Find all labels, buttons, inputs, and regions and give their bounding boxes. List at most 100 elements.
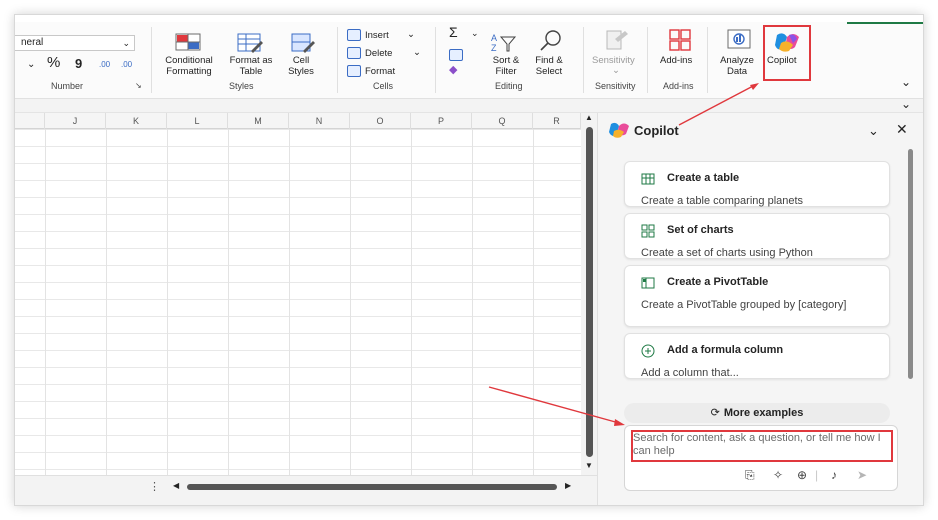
number-format-dropdown[interactable]: neral ⌄ <box>15 35 135 51</box>
card-title: Create a PivotTable <box>667 276 769 288</box>
column-header[interactable]: R <box>533 113 581 129</box>
addins-button[interactable]: Add-ins <box>660 55 692 66</box>
insert-button[interactable]: Insert <box>365 30 389 41</box>
sort-filter-button[interactable]: Sort & Filter <box>485 55 527 77</box>
comma-style-button[interactable]: 9 <box>75 57 82 70</box>
horizontal-scroll-thumb[interactable] <box>187 484 557 490</box>
autosum-icon[interactable]: Σ <box>449 25 458 39</box>
column-header[interactable]: N <box>289 113 350 129</box>
pane-scrollbar[interactable] <box>908 149 913 379</box>
scroll-up-icon[interactable]: ▲ <box>585 113 593 122</box>
chevron-down-icon[interactable]: ⌄ <box>407 29 415 40</box>
card-description: Add a column that... <box>641 367 739 379</box>
decrease-decimal-button[interactable]: .00 <box>121 59 132 70</box>
column-header[interactable]: O <box>350 113 411 129</box>
chat-input[interactable]: Search for content, ask a question, or t… <box>633 432 891 458</box>
formula-bar-strip: ⌄ <box>15 97 923 113</box>
column-headers: J K L M N O P Q R <box>15 113 581 129</box>
group-label-styles: Styles <box>229 81 254 91</box>
chevron-down-icon[interactable]: ⌄ <box>471 28 479 39</box>
scroll-right-icon[interactable]: ▶ <box>565 481 571 490</box>
vertical-scrollbar[interactable]: ▲ ▼ <box>581 113 597 475</box>
search-icon <box>539 29 563 58</box>
chevron-down-icon[interactable]: ⌄ <box>612 65 620 76</box>
analyze-data-button[interactable]: Analyze Data <box>715 55 759 77</box>
refresh-icon: ⟳ <box>710 407 720 419</box>
ribbon-collapse-chevron-icon[interactable]: ⌄ <box>901 76 911 88</box>
format-button[interactable]: Format <box>365 66 395 77</box>
sensitivity-icon <box>605 29 629 56</box>
clear-icon[interactable]: ◆ <box>449 65 457 76</box>
increase-decimal-button[interactable]: .00 <box>99 59 110 70</box>
card-description: Create a set of charts using Python <box>641 247 813 259</box>
fill-icon[interactable] <box>449 49 463 61</box>
excel-window: neral ⌄ ⌄ % 9 .00 .00 Number ↘ Condition… <box>14 14 924 506</box>
more-options-icon[interactable]: ⋮ <box>149 480 160 493</box>
group-label-editing: Editing <box>495 81 523 91</box>
group-label-number: Number <box>51 81 84 91</box>
sort-filter-icon: AZ <box>491 31 517 58</box>
more-examples-button[interactable]: ⟳ More examples <box>624 403 890 423</box>
vertical-scroll-thumb[interactable] <box>586 127 593 457</box>
expand-formula-bar-icon[interactable]: ⌄ <box>901 97 911 111</box>
format-cells-icon <box>347 65 361 77</box>
format-as-table-button[interactable]: Format as Table <box>225 55 277 77</box>
column-header[interactable]: P <box>411 113 472 129</box>
ribbon: neral ⌄ ⌄ % 9 .00 .00 Number ↘ Condition… <box>15 15 923 99</box>
horizontal-scrollbar[interactable]: ⋮ ◀ ▶ <box>15 475 597 505</box>
insert-icon <box>347 29 361 41</box>
card-title: Set of charts <box>667 224 734 236</box>
svg-text:Z: Z <box>491 43 497 53</box>
card-title: Add a formula column <box>667 344 784 356</box>
copilot-icon <box>773 31 801 58</box>
card-description: Create a table comparing planets <box>641 195 804 207</box>
conditional-formatting-button[interactable]: Conditional Formatting <box>159 55 219 77</box>
send-icon[interactable]: ➤ <box>857 468 867 482</box>
column-header[interactable]: L <box>167 113 228 129</box>
cell-grid[interactable] <box>15 129 581 475</box>
tab-underline <box>847 22 923 24</box>
card-description: Create a PivotTable grouped by [category… <box>641 299 847 311</box>
chevron-down-icon: ⌄ <box>122 38 130 48</box>
microphone-icon[interactable]: ♪ <box>831 468 837 482</box>
close-icon[interactable]: ✕ <box>896 121 908 138</box>
chevron-down-icon[interactable]: ⌄ <box>413 47 421 58</box>
copilot-button[interactable]: Copilot <box>767 55 797 66</box>
conditional-formatting-icon <box>175 33 201 56</box>
copilot-pane: Copilot ⌄ ✕ Create a table Create a tabl… <box>597 113 923 505</box>
prompt-guide-icon[interactable]: ✧ <box>773 468 783 482</box>
copilot-icon <box>608 121 630 144</box>
scroll-left-icon[interactable]: ◀ <box>173 481 179 490</box>
column-header[interactable]: J <box>45 113 106 129</box>
currency-chevron-icon[interactable]: ⌄ <box>27 59 35 70</box>
group-label-sensitivity: Sensitivity <box>595 81 636 91</box>
dialog-launcher-icon[interactable]: ↘ <box>135 81 142 90</box>
percent-style-button[interactable]: % <box>47 55 60 70</box>
attach-icon[interactable]: ⎘ <box>745 468 755 483</box>
addins-icon <box>669 29 691 56</box>
suggestion-card-create-pivottable[interactable]: Create a PivotTable Create a PivotTable … <box>624 265 890 327</box>
pivot-table-icon <box>641 276 655 290</box>
table-icon <box>641 172 655 186</box>
suggestion-card-create-table[interactable]: Create a table Create a table comparing … <box>624 161 890 207</box>
suggestion-card-set-of-charts[interactable]: Set of charts Create a set of charts usi… <box>624 213 890 259</box>
find-select-button[interactable]: Find & Select <box>527 55 571 77</box>
column-header[interactable]: K <box>106 113 167 129</box>
cell-styles-button[interactable]: Cell Styles <box>281 55 321 77</box>
svg-text:A: A <box>491 33 497 43</box>
delete-icon <box>347 47 361 59</box>
column-header[interactable]: Q <box>472 113 533 129</box>
chevron-down-icon[interactable]: ⌄ <box>868 123 879 139</box>
column-header[interactable]: M <box>228 113 289 129</box>
suggestion-card-add-formula-column[interactable]: Add a formula column Add a column that..… <box>624 333 890 379</box>
charts-icon <box>641 224 655 238</box>
scroll-down-icon[interactable]: ▼ <box>585 461 593 470</box>
plus-circle-icon <box>641 344 655 358</box>
pane-title: Copilot <box>634 123 679 138</box>
worksheet[interactable]: J K L M N O P Q R ▲ ▼ ⋮ ◀ ▶ <box>15 113 597 505</box>
delete-button[interactable]: Delete <box>365 48 392 59</box>
group-label-cells: Cells <box>373 81 394 91</box>
globe-icon[interactable]: ⊕ <box>797 468 807 482</box>
copilot-chat-box[interactable]: Search for content, ask a question, or t… <box>624 425 898 491</box>
group-label-addins: Add-ins <box>663 81 694 91</box>
